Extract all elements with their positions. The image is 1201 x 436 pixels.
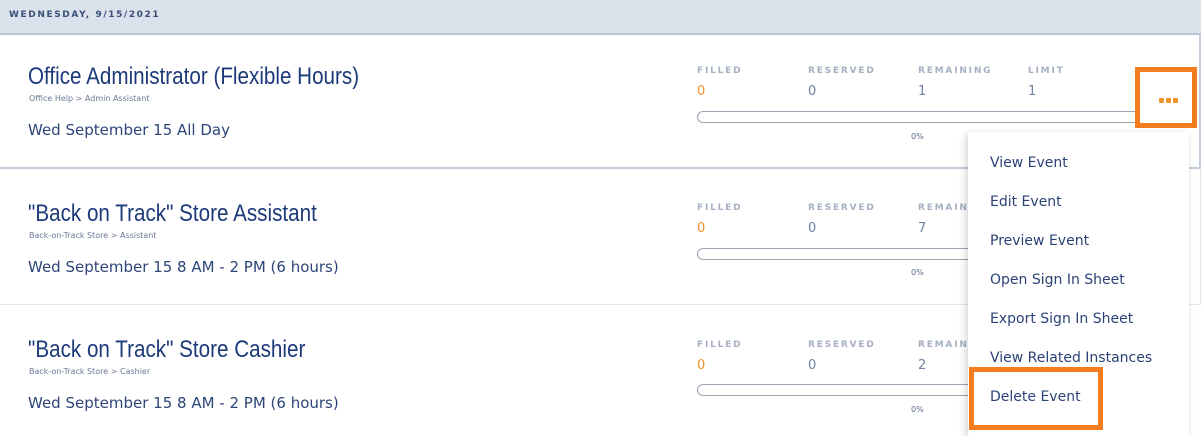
reserved-label: RESERVED [808,340,876,350]
remaining-value: 7 [918,221,927,236]
date-header: WEDNESDAY, 9/15/2021 [0,0,1201,35]
event-time: Wed September 15 All Day [28,121,230,139]
more-horizontal-icon [1159,98,1178,103]
menu-item-preview-event[interactable]: Preview Event [990,233,1089,249]
event-category: Back-on-Track Store > Assistant [29,231,157,240]
remaining-label: REMAIN [918,340,969,350]
progress-label: 0% [911,268,924,277]
event-category: Office Help > Admin Assistant [29,94,150,103]
remaining-value: 2 [918,358,927,373]
menu-item-export-sign-in-sheet[interactable]: Export Sign In Sheet [990,311,1133,327]
filled-label: FILLED [697,203,743,213]
remaining-label: REMAIN [918,203,969,213]
event-title[interactable]: Office Administrator (Flexible Hours) [28,63,359,91]
limit-label: LIMIT [1028,66,1065,76]
menu-item-edit-event[interactable]: Edit Event [990,194,1062,210]
reserved-value: 0 [808,84,817,99]
progress-label: 0% [911,405,924,414]
event-time: Wed September 15 8 AM - 2 PM (6 hours) [28,258,339,276]
progress-bar [697,111,1157,123]
filled-value: 0 [697,221,706,236]
filled-value: 0 [697,84,706,99]
reserved-label: RESERVED [808,66,876,76]
menu-item-open-sign-in-sheet[interactable]: Open Sign In Sheet [990,272,1125,288]
menu-item-view-related-instances[interactable]: View Related Instances [990,350,1152,366]
event-time: Wed September 15 8 AM - 2 PM (6 hours) [28,394,339,412]
menu-item-view-event[interactable]: View Event [990,155,1068,171]
delete-event-highlight [969,367,1103,430]
progress-label: 0% [911,132,924,141]
remaining-value: 1 [918,84,927,99]
event-title[interactable]: "Back on Track" Store Assistant [28,200,317,228]
remaining-label: REMAINING [918,66,993,76]
event-category: Back-on-Track Store > Cashier [29,367,151,376]
date-header-text: WEDNESDAY, 9/15/2021 [9,10,161,20]
reserved-label: RESERVED [808,203,876,213]
limit-value: 1 [1028,84,1037,99]
filled-value: 0 [697,358,706,373]
filled-label: FILLED [697,66,743,76]
reserved-value: 0 [808,358,817,373]
filled-label: FILLED [697,340,743,350]
event-title[interactable]: "Back on Track" Store Cashier [28,336,305,364]
more-options-button[interactable] [1135,67,1197,128]
reserved-value: 0 [808,221,817,236]
